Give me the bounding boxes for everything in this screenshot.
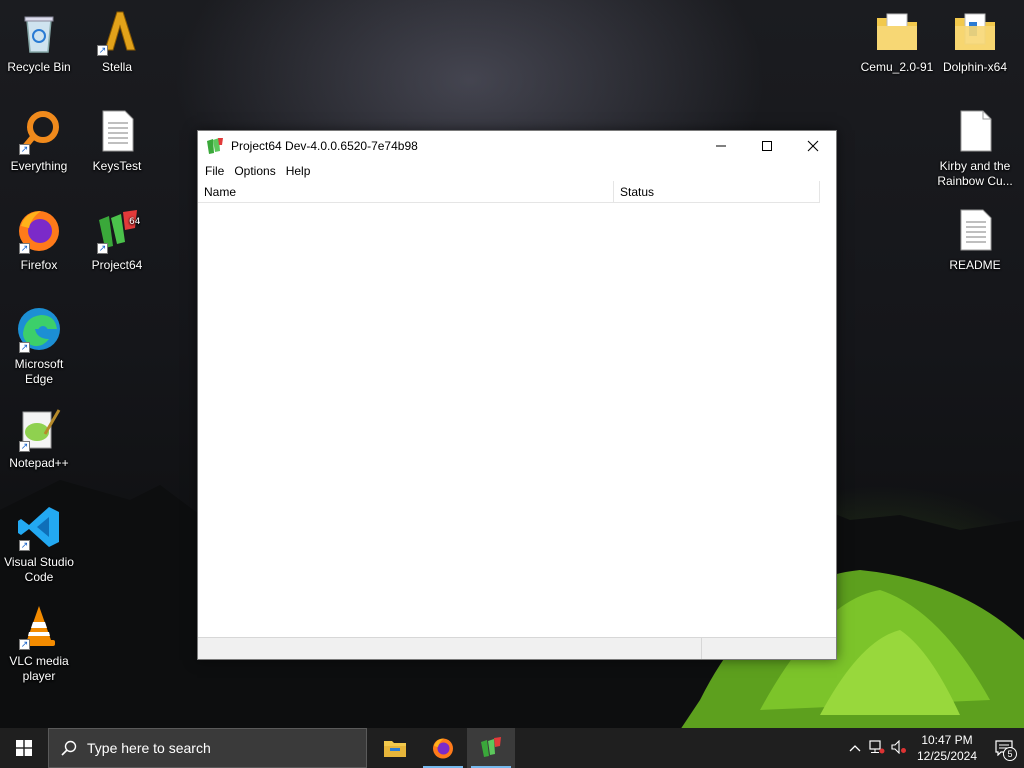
shortcut-arrow-icon: ↗ [97, 243, 108, 254]
desktop-icon-recycle-bin[interactable]: Recycle Bin [0, 2, 78, 75]
project64-icon [481, 737, 501, 757]
status-bar [198, 637, 836, 659]
firefox-icon [433, 738, 453, 759]
menu-options[interactable]: Options [229, 164, 280, 178]
desktop-icon-firefox[interactable]: ↗ Firefox [0, 200, 78, 273]
shortcut-arrow-icon: ↗ [19, 639, 30, 650]
desktop-icon-label: KeysTest [92, 159, 142, 173]
project64-window: Project64 Dev-4.0.0.6520-7e74b98 File Op… [197, 130, 837, 660]
taskbar-search-box[interactable]: Type here to search [48, 728, 367, 768]
column-header-status[interactable]: Status [614, 181, 820, 203]
desktop-icon-edge[interactable]: ↗ Microsoft Edge [0, 299, 78, 387]
edge-icon: ↗ [15, 305, 63, 353]
shortcut-arrow-icon: ↗ [19, 540, 30, 551]
desktop-icon-label: VLC media player [9, 654, 69, 683]
menu-bar: File Options Help [198, 160, 836, 181]
taskbar-file-explorer[interactable] [371, 728, 419, 768]
desktop-icon-dolphin-folder[interactable]: Dolphin-x64 [936, 2, 1014, 75]
shortcut-arrow-icon: ↗ [19, 243, 30, 254]
minimize-icon [716, 145, 726, 146]
recycle-bin-icon [15, 8, 63, 56]
desktop-icon-label: Cemu_2.0-91 [860, 60, 934, 74]
search-placeholder: Type here to search [87, 740, 211, 756]
desktop-icon-label: README [949, 258, 1001, 272]
clock-time: 10:47 PM [921, 733, 973, 747]
desktop-icon-stella[interactable]: ↗ Stella [78, 2, 156, 75]
maximize-icon [762, 140, 772, 151]
file-icon [951, 107, 999, 155]
taskbar-clock[interactable]: 10:47 PM 12/25/2024 [910, 732, 984, 764]
clock-date: 12/25/2024 [916, 749, 978, 763]
windows-logo-icon [16, 740, 32, 756]
desktop-icon-label: Project64 [91, 258, 143, 272]
menu-help[interactable]: Help [281, 164, 316, 178]
rom-list-body[interactable] [198, 203, 836, 637]
minimize-button[interactable] [698, 131, 744, 160]
desktop-icon-readme[interactable]: README [936, 200, 1014, 273]
taskbar-firefox[interactable] [419, 728, 467, 768]
desktop-icon-notepadpp[interactable]: ↗ Notepad++ [0, 398, 78, 471]
close-icon [807, 140, 819, 151]
folder-icon [951, 8, 999, 56]
taskbar: Type here to search 10:47 PM 12/25/2024 … [0, 728, 1024, 768]
window-titlebar[interactable]: Project64 Dev-4.0.0.6520-7e74b98 [198, 131, 836, 160]
system-tray: 10:47 PM 12/25/2024 5 [844, 728, 1024, 768]
shortcut-arrow-icon: ↗ [19, 441, 30, 452]
show-hidden-icons-chevron-icon[interactable] [844, 741, 866, 755]
shortcut-arrow-icon: ↗ [19, 342, 30, 353]
search-icon [61, 740, 77, 756]
file-explorer-icon [384, 741, 406, 757]
folder-icon [873, 8, 921, 56]
desktop-icon-vscode[interactable]: ↗ Visual Studio Code [0, 497, 78, 585]
network-icon[interactable] [866, 739, 888, 757]
text-file-icon [93, 107, 141, 155]
notification-count-badge: 5 [1003, 747, 1017, 761]
notepadpp-icon: ↗ [15, 404, 63, 452]
notification-center-button[interactable]: 5 [984, 728, 1024, 768]
desktop-icon-cemu-folder[interactable]: Cemu_2.0-91 [858, 2, 936, 75]
vscode-icon: ↗ [15, 503, 63, 551]
desktop-icon-label: Notepad++ [9, 456, 69, 470]
desktop-icon-label: Everything [10, 159, 68, 173]
shortcut-arrow-icon: ↗ [19, 144, 30, 155]
close-button[interactable] [790, 131, 836, 160]
shortcut-arrow-icon: ↗ [97, 45, 108, 56]
desktop-icon-label: Microsoft Edge [14, 357, 64, 386]
firefox-icon: ↗ [15, 206, 63, 254]
project64-app-icon [206, 137, 224, 155]
svg-text:64: 64 [129, 217, 141, 227]
maximize-button[interactable] [744, 131, 790, 160]
status-pane-secondary [702, 638, 836, 659]
rom-list-header: Name Status [198, 181, 820, 203]
status-pane-main [198, 638, 702, 659]
desktop-icon-project64[interactable]: 64 ↗ Project64 [78, 200, 156, 273]
stella-icon: ↗ [93, 8, 141, 56]
menu-file[interactable]: File [200, 164, 229, 178]
desktop-icon-label: Firefox [20, 258, 58, 272]
desktop-icon-label: Stella [101, 60, 133, 74]
desktop-icon-kirby-file[interactable]: Kirby and the Rainbow Cu... [936, 101, 1014, 189]
taskbar-project64[interactable] [467, 728, 515, 768]
desktop-icon-label: Recycle Bin [7, 60, 71, 74]
desktop-icon-vlc[interactable]: ↗ VLC media player [0, 596, 78, 684]
desktop-icon-label: Kirby and the Rainbow Cu... [937, 159, 1013, 188]
project64-icon: 64 ↗ [93, 206, 141, 254]
start-button[interactable] [0, 728, 48, 768]
desktop-icon-everything[interactable]: ↗ Everything [0, 101, 78, 174]
window-title: Project64 Dev-4.0.0.6520-7e74b98 [231, 138, 418, 153]
desktop-icon-keystest[interactable]: KeysTest [78, 101, 156, 174]
desktop-icon-label: Dolphin-x64 [942, 60, 1008, 74]
text-file-icon [951, 206, 999, 254]
column-header-name[interactable]: Name [198, 181, 614, 203]
volume-muted-icon[interactable] [888, 739, 910, 757]
vlc-icon: ↗ [15, 602, 63, 650]
desktop-icon-label: Visual Studio Code [4, 555, 74, 584]
everything-icon: ↗ [15, 107, 63, 155]
